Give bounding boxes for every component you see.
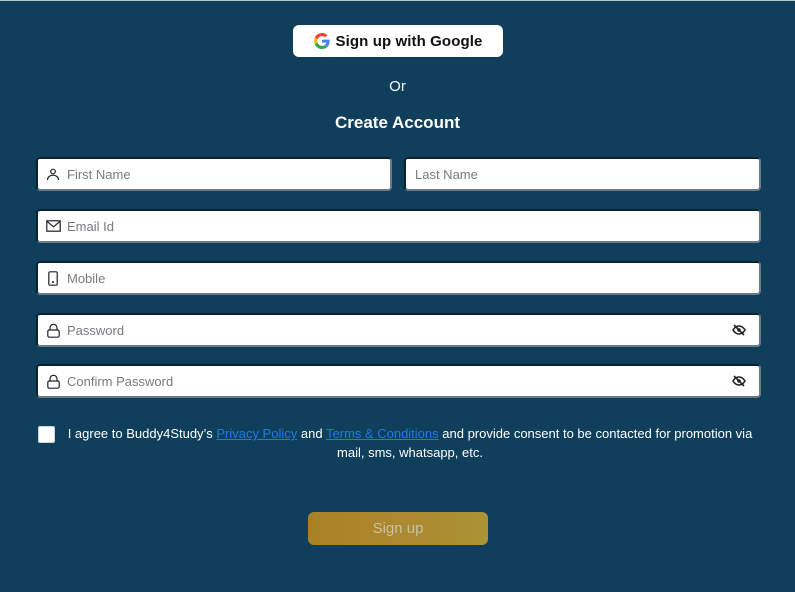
signup-page: Sign up with Google Or Create Account Fi… bbox=[0, 0, 795, 592]
lock-icon bbox=[45, 322, 61, 338]
mobile-input[interactable] bbox=[67, 263, 759, 293]
confirm-password-field[interactable] bbox=[36, 364, 761, 398]
signup-button-label: Sign up bbox=[372, 520, 424, 537]
email-input[interactable] bbox=[67, 211, 759, 241]
last-name-input[interactable] bbox=[406, 159, 759, 189]
eye-slash-icon[interactable] bbox=[731, 322, 747, 338]
envelope-icon bbox=[45, 218, 61, 234]
user-icon bbox=[45, 166, 61, 182]
or-separator: Or bbox=[389, 78, 406, 95]
lock-icon bbox=[45, 373, 61, 389]
first-name-field[interactable] bbox=[36, 157, 392, 191]
google-g-icon bbox=[313, 33, 330, 49]
last-name-field[interactable] bbox=[404, 157, 761, 191]
email-field[interactable] bbox=[36, 209, 761, 243]
first-name-input[interactable] bbox=[67, 159, 390, 189]
google-signup-label: Sign up with Google bbox=[335, 32, 483, 50]
privacy-policy-link[interactable]: Privacy Policy bbox=[216, 426, 297, 441]
page-title: Create Account bbox=[334, 113, 460, 132]
confirm-password-input[interactable] bbox=[67, 366, 725, 396]
terms-conditions-link[interactable]: Terms & Conditions bbox=[326, 426, 439, 441]
agreement-middle: and bbox=[297, 426, 326, 441]
top-border bbox=[0, 0, 795, 1]
agree-checkbox[interactable] bbox=[38, 426, 55, 443]
signup-button[interactable]: Sign up bbox=[308, 512, 488, 545]
password-field[interactable] bbox=[36, 313, 761, 347]
google-signup-button[interactable]: Sign up with Google bbox=[293, 25, 503, 57]
phone-icon bbox=[45, 270, 61, 286]
mobile-field[interactable] bbox=[36, 261, 761, 295]
eye-slash-icon[interactable] bbox=[731, 373, 747, 389]
password-input[interactable] bbox=[67, 315, 725, 345]
agreement-text: I agree to Buddy4Study’s Privacy Policy … bbox=[60, 424, 760, 462]
agreement-prefix: I agree to Buddy4Study’s bbox=[67, 426, 217, 441]
